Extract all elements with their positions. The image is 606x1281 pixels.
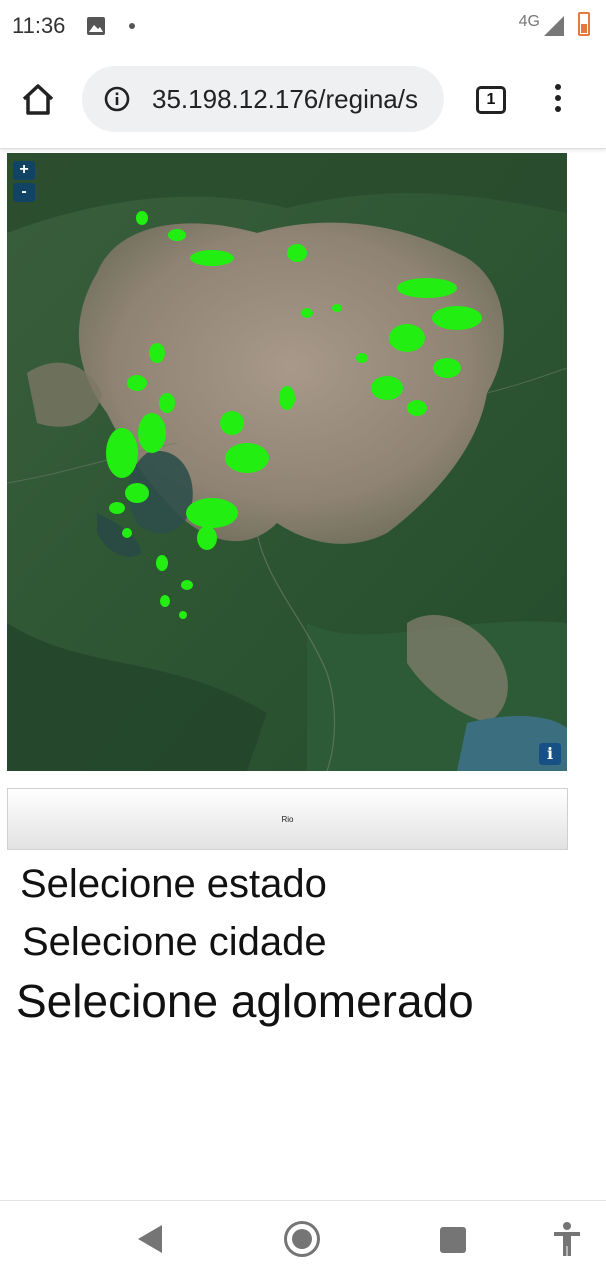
zoom-out-button[interactable]: - (13, 183, 35, 202)
satellite-map[interactable]: + - i (7, 153, 567, 771)
battery-icon (578, 12, 590, 36)
home-circle-icon[interactable] (284, 1221, 320, 1257)
city-button-rio[interactable]: Rio (7, 788, 568, 850)
status-time: 11:36 (12, 13, 66, 38)
overflow-menu-icon[interactable] (548, 84, 568, 116)
back-icon[interactable] (138, 1225, 162, 1253)
address-bar[interactable]: 35.198.12.176/regina/s (82, 66, 444, 132)
status-bar: 11:36 4G (0, 0, 606, 52)
network-type: 4G (518, 13, 540, 30)
browser-toolbar: 35.198.12.176/regina/s 1 (0, 52, 606, 149)
home-icon[interactable] (18, 80, 58, 120)
accessibility-icon[interactable] (552, 1221, 582, 1257)
recents-icon[interactable] (440, 1227, 466, 1253)
map-imagery (7, 153, 567, 771)
url-text[interactable]: 35.198.12.176/regina/s (152, 84, 432, 115)
select-city[interactable]: Selecione cidade (22, 920, 327, 965)
select-state[interactable]: Selecione estado (20, 862, 327, 907)
dot-icon (129, 23, 135, 29)
zoom-in-button[interactable]: + (13, 161, 35, 180)
attribution-button[interactable]: i (539, 743, 561, 765)
select-cluster[interactable]: Selecione aglomerado (16, 974, 474, 1028)
tabs-icon[interactable]: 1 (476, 86, 506, 114)
signal-icon (544, 16, 564, 36)
info-icon[interactable] (104, 86, 130, 112)
image-notification-icon (87, 17, 105, 35)
system-nav-bar (0, 1200, 606, 1281)
